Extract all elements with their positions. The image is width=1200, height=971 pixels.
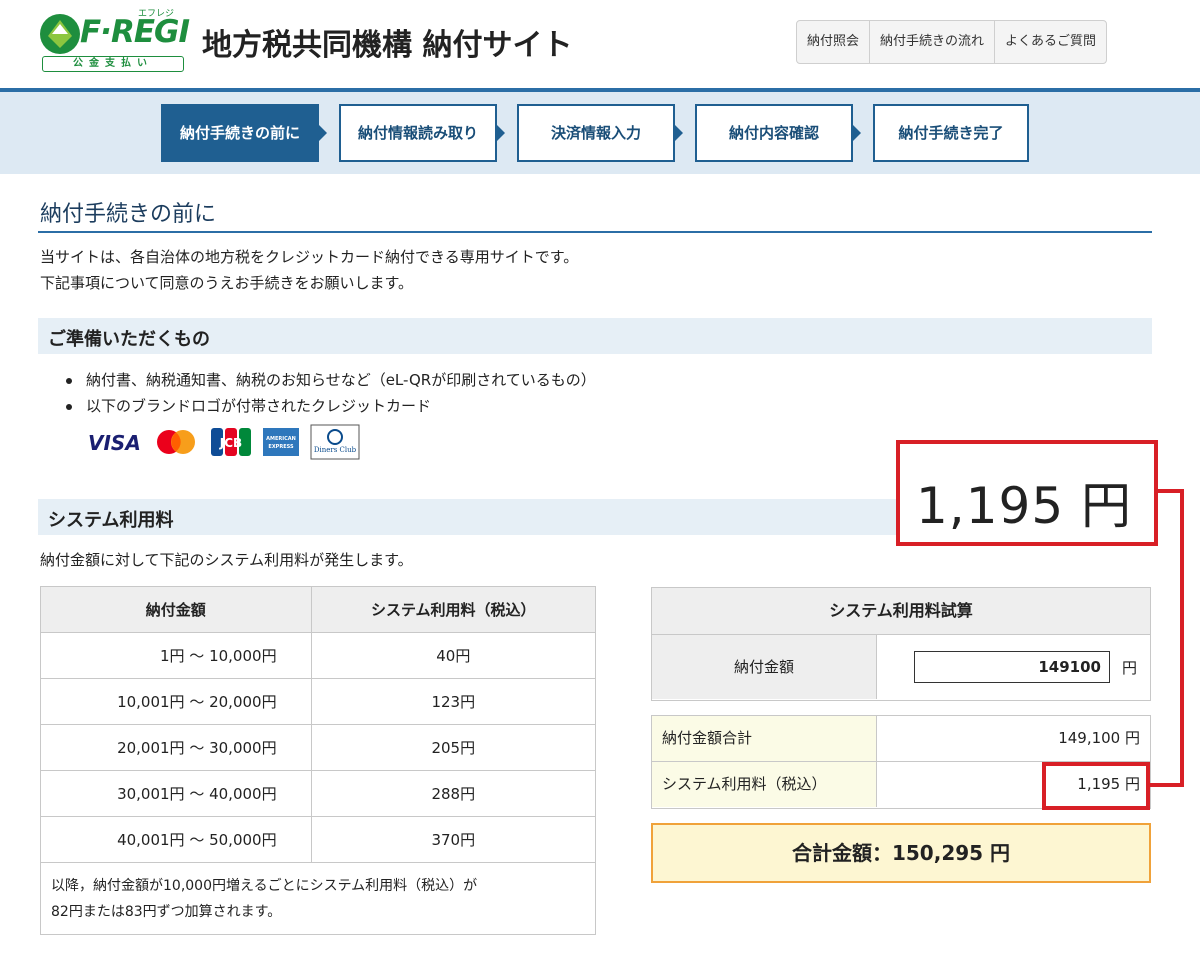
calculator-title: システム利用料試算 xyxy=(651,587,1151,635)
svg-text:Diners Club: Diners Club xyxy=(314,446,357,454)
system-fee-table: 納付金額 システム利用料（税込） 1円 ～ 10,000円 40円 10,001… xyxy=(40,586,597,935)
svg-text:JCB: JCB xyxy=(219,436,242,450)
table-footnote: 以降，納付金額が10,000円増えるごとにシステム利用料（税込）が 82円または… xyxy=(40,862,596,935)
system-fee-description: 納付金額に対して下記のシステム利用料が発生します。 xyxy=(40,551,413,569)
result-fee-label: システム利用料（税込） xyxy=(652,762,877,807)
diners-club-logo-icon: Diners Club xyxy=(310,424,360,460)
table-row: 以降，納付金額が10,000円増えるごとにシステム利用料（税込）が 82円または… xyxy=(40,862,596,935)
amex-logo-icon: AMERICAN EXPRESS xyxy=(263,428,299,456)
step-arrow-icon xyxy=(319,125,327,141)
table-row: 20,001円 ～ 30,000円 205円 xyxy=(40,724,597,771)
table-row: 1円 ～ 10,000円 40円 xyxy=(40,632,597,679)
table-row: 10,001円 ～ 20,000円 123円 xyxy=(40,678,597,725)
site-header: エフレジ F·REGI 公金支払い 地方税共同機構 納付サイト 納付照会 納付手… xyxy=(0,0,1200,92)
table-cell-fee: 205円 xyxy=(310,724,597,771)
table-cell-range: 30,001円 ～ 40,000円 xyxy=(40,770,312,817)
intro-text-2: 下記事項について同意のうえお手続きをお願いします。 xyxy=(40,274,414,292)
table-cell-fee: 288円 xyxy=(310,770,597,817)
amount-label: 納付金額 xyxy=(652,635,877,699)
table-cell-fee: 370円 xyxy=(310,816,597,863)
step-arrow-icon xyxy=(675,125,683,141)
footnote-line-2: 82円または83円ずつ加算されます。 xyxy=(51,903,282,920)
step-confirm: 納付内容確認 xyxy=(695,104,853,162)
step-arrow-icon xyxy=(853,125,861,141)
callout-connector xyxy=(1180,489,1184,787)
fee-highlight-box xyxy=(1042,762,1150,810)
table-cell-fee: 40円 xyxy=(310,632,597,679)
nav-payment-inquiry[interactable]: 納付照会 xyxy=(797,21,871,63)
fregi-logo-icon xyxy=(40,14,80,54)
table-header-fee: システム利用料（税込） xyxy=(310,586,597,633)
fregi-logo[interactable]: エフレジ F·REGI 公金支払い xyxy=(38,8,190,72)
payment-amount-input[interactable] xyxy=(914,651,1110,683)
footnote-line-1: 以降，納付金額が10,000円増えるごとにシステム利用料（税込）が xyxy=(51,877,478,894)
progress-steps: 納付手続きの前に 納付情報読み取り 決済情報入力 納付内容確認 納付手続き完了 xyxy=(0,92,1200,174)
table-cell-range: 40,001円 ～ 50,000円 xyxy=(40,816,312,863)
zoom-callout: 1,195 円 xyxy=(896,440,1158,546)
table-cell-range: 20,001円 ～ 30,000円 xyxy=(40,724,312,771)
list-item: 以下のブランドロゴが付帯されたクレジットカード xyxy=(62,395,596,421)
section-prepare-header: ご準備いただくもの xyxy=(38,318,1152,354)
section-system-fee-header: システム利用料 xyxy=(38,499,906,535)
callout-connector xyxy=(1150,783,1184,787)
section-prepare-title: ご準備いただくもの xyxy=(48,329,210,350)
visa-logo-icon: VISA xyxy=(88,431,141,455)
intro-text-1: 当サイトは、各自治体の地方税をクレジットカード納付できる専用サイトです。 xyxy=(40,248,579,266)
result-total-value: 149,100 円 xyxy=(1058,729,1140,747)
svg-text:EXPRESS: EXPRESS xyxy=(268,444,294,450)
table-row: 40,001円 ～ 50,000円 370円 xyxy=(40,816,597,863)
nav-faq[interactable]: よくあるご質問 xyxy=(995,21,1106,63)
fee-calculator: システム利用料試算 納付金額 円 納付金額合計 149,100 円 システム利用… xyxy=(651,587,1151,883)
nav-payment-flow[interactable]: 納付手続きの流れ xyxy=(870,21,996,63)
table-header-amount: 納付金額 xyxy=(40,586,312,633)
page-title: 納付手続きの前に xyxy=(40,202,217,227)
prepare-list: 納付書、納税通知書、納税のお知らせなど（eL-QRが印刷されているもの） 以下の… xyxy=(62,369,596,421)
step-read-info: 納付情報読み取り xyxy=(339,104,497,162)
logo-text: F·REGI xyxy=(80,14,190,50)
list-item: 納付書、納税通知書、納税のお知らせなど（eL-QRが印刷されているもの） xyxy=(62,369,596,395)
grand-total-box: 合計金額：150,295 円 xyxy=(651,823,1151,883)
calculator-input-row: 納付金額 円 xyxy=(651,635,1151,701)
top-navigation: 納付照会 納付手続きの流れ よくあるご質問 xyxy=(796,20,1108,64)
heading-divider xyxy=(38,231,1152,233)
site-title: 地方税共同機構 納付サイト xyxy=(202,28,573,63)
svg-text:AMERICAN: AMERICAN xyxy=(266,436,296,442)
step-complete: 納付手続き完了 xyxy=(873,104,1029,162)
step-before-payment: 納付手続きの前に xyxy=(161,104,319,162)
table-row: 30,001円 ～ 40,000円 288円 xyxy=(40,770,597,817)
table-cell-range: 1円 ～ 10,000円 xyxy=(40,632,312,679)
callout-text: 1,195 円 xyxy=(916,477,1133,535)
table-cell-range: 10,001円 ～ 20,000円 xyxy=(40,678,312,725)
section-system-fee-title: システム利用料 xyxy=(48,510,174,531)
amount-unit: 円 xyxy=(1122,659,1138,677)
svg-text:VISA: VISA xyxy=(88,431,141,455)
result-total-label: 納付金額合計 xyxy=(652,716,877,761)
step-arrow-icon xyxy=(497,125,505,141)
step-payment-input: 決済情報入力 xyxy=(517,104,675,162)
jcb-logo-icon: JCB xyxy=(211,428,251,456)
logo-subtitle: 公金支払い xyxy=(42,56,184,72)
mastercard-logo-icon xyxy=(157,430,195,454)
result-row-total: 納付金額合計 149,100 円 xyxy=(652,716,1150,762)
table-cell-fee: 123円 xyxy=(310,678,597,725)
